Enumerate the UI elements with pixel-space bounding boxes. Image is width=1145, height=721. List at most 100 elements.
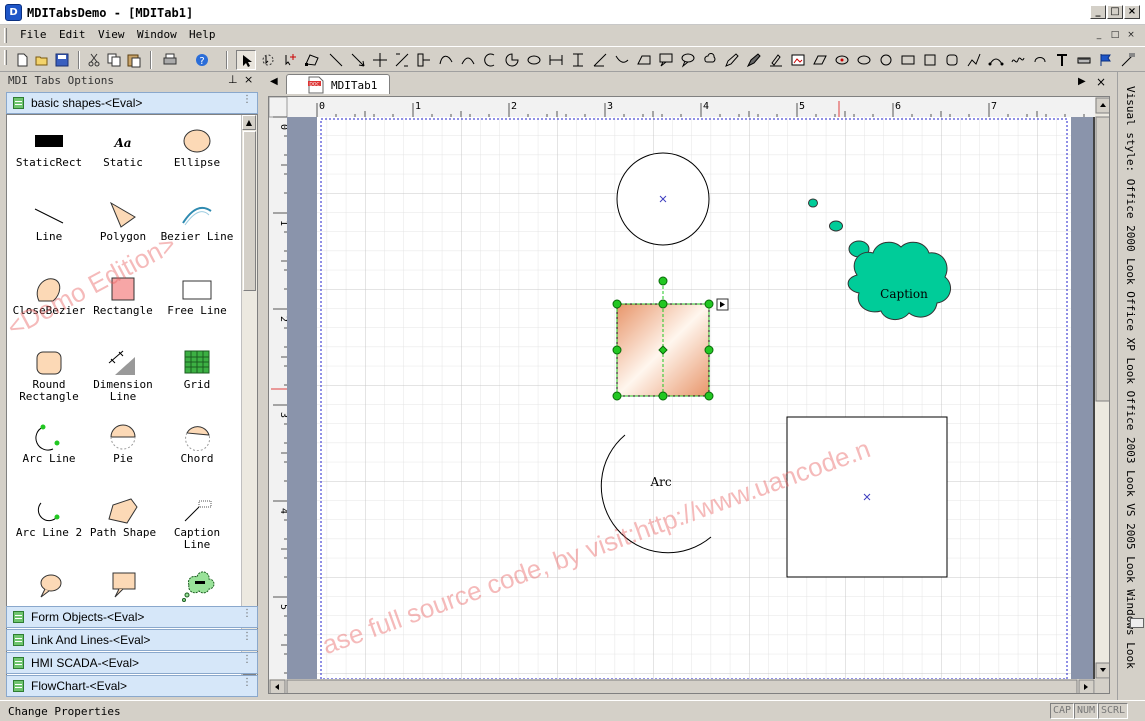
callout-round-icon[interactable] (678, 50, 698, 70)
polyline-icon[interactable] (964, 50, 984, 70)
freehand-icon[interactable] (1008, 50, 1028, 70)
arc-text[interactable]: Arc (649, 475, 671, 489)
shape-close-bezier[interactable]: CloseBezier (11, 269, 87, 341)
pointer-icon[interactable] (236, 50, 256, 70)
drawing-canvas[interactable]: 0 1 2 3 4 5 6 7 0 1 2 3 4 5 Caption Arc (268, 96, 1110, 694)
toolbar-grip[interactable] (4, 50, 7, 65)
open-icon[interactable] (32, 50, 52, 70)
callout-icon[interactable] (656, 50, 676, 70)
shape-chord[interactable]: Chord (159, 417, 235, 489)
circle-icon[interactable] (876, 50, 896, 70)
brush-icon[interactable] (744, 50, 764, 70)
tab-next-icon[interactable]: ▶ (1078, 76, 1086, 87)
shape-static-rect[interactable]: StaticRect (11, 121, 87, 193)
group-basic-shapes[interactable]: basic shapes-<Eval> ⋮ (6, 92, 258, 114)
pie-icon[interactable] (502, 50, 522, 70)
pen-icon[interactable] (722, 50, 742, 70)
shape-path-shape[interactable]: Path Shape (85, 491, 161, 563)
text-tool-icon[interactable] (1052, 50, 1072, 70)
shape-ellipse[interactable]: Ellipse (159, 121, 235, 193)
scroll-up-icon[interactable]: ▲ (242, 115, 256, 130)
scroll-thumb[interactable] (243, 131, 256, 291)
connector-icon[interactable] (392, 50, 412, 70)
visual-style-text[interactable]: Visual style: Office 2000 Look Office XP… (1124, 86, 1137, 669)
canvas-vscroll-thumb[interactable] (1095, 116, 1110, 402)
flag-icon[interactable] (1096, 50, 1116, 70)
menu-grip[interactable] (4, 28, 7, 43)
menu-view[interactable]: View (98, 28, 125, 41)
round-rect-icon[interactable] (942, 50, 962, 70)
cross-icon[interactable] (370, 50, 390, 70)
pin-icon[interactable]: ⊥ (228, 73, 238, 86)
dimension-icon[interactable] (546, 50, 566, 70)
canvas-svg[interactable]: 0 1 2 3 4 5 6 7 0 1 2 3 4 5 Caption Arc (269, 97, 1110, 694)
mdi-minimize-button[interactable]: _ (1093, 30, 1105, 42)
edit-polygon-icon[interactable] (302, 50, 322, 70)
rectangle-tool-icon[interactable] (634, 50, 654, 70)
copy-icon[interactable] (104, 50, 124, 70)
minimize-button[interactable]: _ (1090, 5, 1106, 19)
text-edit-icon[interactable] (766, 50, 786, 70)
menu-window[interactable]: Window (137, 28, 177, 41)
group-link-and-lines[interactable]: Link And Lines-<Eval> ⋮ (6, 629, 258, 651)
arrow-line-icon[interactable] (348, 50, 368, 70)
shape-arc-line[interactable]: Arc Line (11, 417, 87, 489)
shape-free-line[interactable]: Free Line (159, 269, 235, 341)
frame-icon[interactable] (810, 50, 830, 70)
oval-icon[interactable] (854, 50, 874, 70)
group-flowchart[interactable]: FlowChart-<Eval> ⋮ (6, 675, 258, 697)
line-icon[interactable] (326, 50, 346, 70)
save-icon[interactable] (52, 50, 72, 70)
cut-icon[interactable] (84, 50, 104, 70)
keyboard-icon[interactable] (1130, 618, 1144, 628)
shape-rectangle[interactable]: Rectangle (85, 269, 161, 341)
ruler-tool-icon[interactable] (1074, 50, 1094, 70)
help-icon[interactable]: ? (192, 50, 212, 70)
shape-round-rectangle[interactable]: Round Rectangle (11, 343, 87, 415)
caption-line-icon[interactable] (1118, 50, 1138, 70)
shape-line[interactable]: Line (11, 195, 87, 267)
shape-pie[interactable]: Pie (85, 417, 161, 489)
link-icon[interactable] (414, 50, 434, 70)
menu-file[interactable]: File (20, 28, 47, 41)
group-hmi-scada[interactable]: HMI SCADA-<Eval> ⋮ (6, 652, 258, 674)
cloud-callout-icon[interactable] (700, 50, 720, 70)
caption-text[interactable]: Caption (880, 287, 928, 301)
menu-edit[interactable]: Edit (59, 28, 86, 41)
shape-polygon[interactable]: Polygon (85, 195, 161, 267)
menu-help[interactable]: Help (189, 28, 216, 41)
shape-caption-line[interactable]: Caption Line (159, 491, 235, 563)
maximize-button[interactable]: □ (1107, 5, 1123, 19)
shape-dimension-line[interactable]: Dimension Line (85, 343, 161, 415)
palette-scrollbar[interactable]: ▲ ▼ (241, 115, 257, 675)
square-icon[interactable] (920, 50, 940, 70)
tab-mditab1[interactable]: DOC MDITab1 (286, 74, 390, 94)
shape-bezier-line[interactable]: Bezier Line (159, 195, 235, 267)
ruler-corner[interactable] (269, 97, 288, 118)
shape-grid[interactable]: Grid (159, 343, 235, 415)
arc-icon[interactable] (480, 50, 500, 70)
group-form-objects[interactable]: Form Objects-<Eval> ⋮ (6, 606, 258, 628)
close-curve-icon[interactable] (1030, 50, 1050, 70)
shape-arc-line-2[interactable]: Arc Line 2 (11, 491, 87, 563)
image-icon[interactable] (788, 50, 808, 70)
tab-close-icon[interactable]: × (1096, 75, 1106, 89)
add-point-icon[interactable] (280, 50, 300, 70)
new-icon[interactable] (12, 50, 32, 70)
ring-icon[interactable] (832, 50, 852, 70)
canvas-hscroll-thumb[interactable] (286, 679, 1078, 694)
paste-icon[interactable] (124, 50, 144, 70)
mdi-restore-button[interactable]: □ (1109, 30, 1121, 42)
rect-icon[interactable] (898, 50, 918, 70)
bezier-edit-icon[interactable] (986, 50, 1006, 70)
tab-prev-icon[interactable]: ◀ (270, 76, 278, 87)
shape-static[interactable]: Aa Static (85, 121, 161, 193)
curve-icon[interactable] (612, 50, 632, 70)
ellipse-tool-icon[interactable] (524, 50, 544, 70)
path-icon[interactable] (436, 50, 456, 70)
angle-icon[interactable] (590, 50, 610, 70)
rotate-icon[interactable] (258, 50, 278, 70)
mdi-close-button[interactable]: × (1125, 30, 1137, 42)
vertical-dimension-icon[interactable] (568, 50, 588, 70)
print-icon[interactable] (160, 50, 180, 70)
